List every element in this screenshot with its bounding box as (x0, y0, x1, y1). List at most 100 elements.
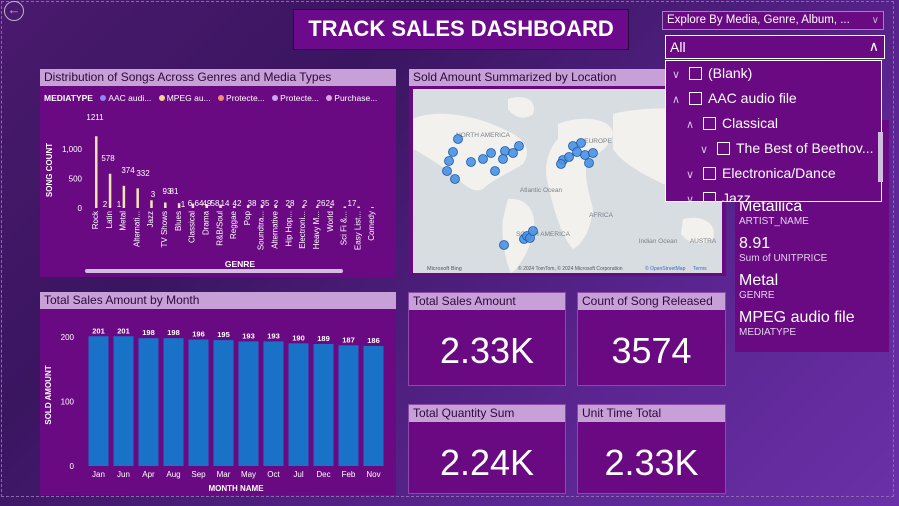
slicer-item-label: Classical (722, 115, 779, 131)
checkbox[interactable] (717, 142, 730, 155)
bar-data-label: 193 (242, 331, 255, 340)
checkbox[interactable] (703, 192, 716, 201)
bar-data-label: 195 (217, 330, 230, 339)
bar-data-label: 201 (117, 326, 130, 335)
card-value: 3574 (611, 330, 692, 371)
slicer-item-label: Electronica/Dance (722, 165, 836, 181)
song-count-card[interactable]: Count of Song Released 3574 (577, 292, 726, 386)
expand-chevron-icon[interactable]: ∨ (686, 163, 698, 188)
collapse-chevron-icon[interactable]: ∧ (672, 88, 684, 113)
slicer-selected-value: All (670, 39, 686, 55)
x-tick-label: Reggae (229, 210, 238, 239)
slicer-item-jazz[interactable]: ∨ Jazz (686, 186, 751, 201)
month-chart-svg: 0 100 200 SOLD AMOUNT 201 Jan 201 Jun 198 Apr 198 A… (44, 326, 384, 493)
month-bar (288, 343, 309, 466)
unit-time-card[interactable]: Unit Time Total 2.33K (577, 404, 726, 494)
bar-data-label: 186 (367, 336, 380, 345)
x-tick-label: Dec (316, 470, 330, 479)
slicer-item-label: AAC audio file (708, 90, 797, 106)
x-tick-label: Blues (174, 211, 183, 231)
location-bubble (584, 158, 594, 168)
bar-data-label: 578 (101, 154, 115, 163)
bar-data-label: 332 (136, 169, 150, 178)
y-axis-title: SOLD AMOUNT (44, 365, 53, 424)
x-tick-label: Apr (142, 470, 155, 479)
month-bar (263, 341, 284, 466)
unitprice-label: Sum of UNITPRICE (739, 253, 828, 264)
map-region-label: AUSTRA (690, 238, 717, 245)
slicer-item-classical[interactable]: ∧ Classical (686, 111, 778, 136)
explore-slicer-title[interactable]: Explore By Media, Genre, Album, ... ∨ (662, 11, 884, 30)
checkbox[interactable] (689, 67, 702, 80)
expand-chevron-icon[interactable]: ∨ (700, 138, 712, 163)
x-tick-label: Heavy M... (312, 211, 321, 249)
collapse-chevron-icon[interactable]: ∧ (686, 113, 698, 138)
bar-data-label: 193 (267, 331, 280, 340)
location-bubble (556, 159, 566, 169)
greenland-shape (508, 97, 534, 118)
bar-data-label: 189 (317, 334, 330, 343)
chevron-down-icon[interactable]: ∨ (872, 12, 879, 29)
map-region-label: Indian Ocean (639, 238, 678, 245)
dashboard-title: TRACK SALES DASHBOARD (293, 9, 629, 50)
genre-bar (136, 188, 139, 208)
slicer-item-electronica[interactable]: ∨ Electronica/Dance (686, 161, 836, 186)
location-bubble (490, 166, 500, 176)
location-bubble (580, 150, 590, 160)
slicer-dropdown-list[interactable]: ∨ (Blank) ∧ AAC audio file ∧ Classical ∨ The… (665, 60, 882, 202)
x-tick-label: Drama (201, 210, 210, 235)
y-tick-label: 1,000 (62, 145, 83, 154)
bar-data-label: 198 (167, 328, 180, 337)
location-bubble (588, 148, 598, 158)
location-bubble (448, 147, 458, 157)
sales-by-month-chart[interactable]: Total Sales Amount by Month 0 100 200 SOLD … (40, 292, 396, 495)
location-bubble (498, 154, 508, 164)
x-tick-label: Comedy (367, 211, 376, 241)
bar-data-label: 3 (151, 190, 156, 199)
chevron-up-icon[interactable]: ∧ (869, 35, 879, 57)
slicer-item-beethoven[interactable]: ∨ The Best of Beethov... (700, 136, 873, 161)
location-bubble (528, 226, 538, 236)
total-sales-card[interactable]: Total Sales Amount 2.33K (408, 292, 566, 386)
horizontal-scrollbar (85, 269, 343, 273)
artist-name-label: ARTIST_NAME (739, 216, 809, 227)
bar-data-label: 187 (342, 335, 355, 344)
slicer-scrollbar[interactable] (878, 132, 883, 182)
slicer-item-blank[interactable]: ∨ (Blank) (672, 61, 752, 86)
y-tick-label: 0 (70, 462, 75, 471)
bar-data-label: 38 (248, 199, 257, 208)
bar-data-label: 1 (117, 200, 122, 209)
checkbox[interactable] (703, 167, 716, 180)
slicer-item-label: (Blank) (708, 65, 753, 81)
x-tick-label: Metal (119, 211, 128, 231)
location-bubble (486, 148, 496, 158)
total-quantity-card[interactable]: Total Quantity Sum 2.24K (408, 404, 566, 494)
location-bubble (453, 134, 463, 144)
expand-chevron-icon[interactable]: ∨ (686, 188, 698, 201)
genre-distribution-chart[interactable]: Distribution of Songs Across Genres and … (40, 69, 396, 277)
openstreetmap-link: © OpenStreetMap (645, 265, 686, 272)
checkbox[interactable] (703, 117, 716, 130)
genre-value: Metal (739, 272, 779, 289)
month-bar (88, 336, 109, 466)
bar-data-label: 1 (181, 200, 186, 209)
slicer-selected-field[interactable]: All ∧ (665, 35, 885, 59)
card-value: 2.24K (439, 442, 535, 483)
bar-data-label: 35 (261, 199, 270, 208)
x-tick-label: Jun (117, 470, 130, 479)
slicer-item-label: The Best of Beethov... (736, 140, 874, 156)
mediatype-label: MEDIATYPE (739, 327, 797, 338)
x-tick-label: Hip Hop... (284, 211, 293, 247)
month-bar (213, 340, 234, 466)
unitprice-value: 8.91 (739, 235, 771, 252)
slicer-item-aac[interactable]: ∧ AAC audio file (672, 86, 797, 111)
x-tick-label: Rock (91, 210, 100, 229)
checkbox[interactable] (689, 92, 702, 105)
back-arrow-icon[interactable]: ← (4, 1, 24, 21)
genre-bar (95, 136, 98, 208)
month-bar (138, 338, 159, 466)
expand-chevron-icon[interactable]: ∨ (672, 63, 684, 88)
location-bubble (478, 154, 488, 164)
bar-data-label: 14 (221, 199, 230, 208)
x-tick-label: May (241, 470, 256, 479)
